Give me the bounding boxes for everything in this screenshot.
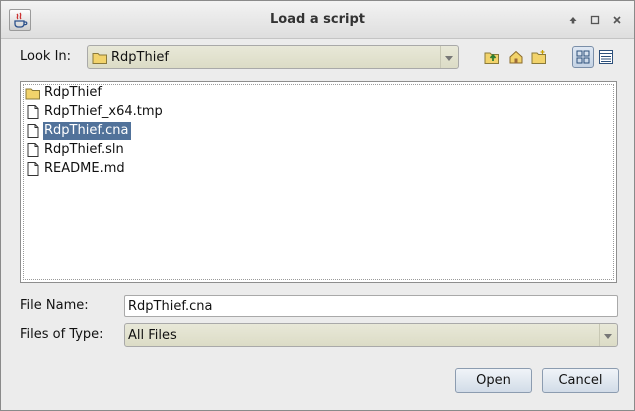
restore-icon[interactable] — [586, 11, 604, 29]
files-of-type-label: Files of Type: — [20, 327, 104, 342]
folder-icon — [25, 85, 41, 101]
file-name: README.md — [44, 161, 125, 176]
list-view-button[interactable] — [572, 46, 594, 68]
document-icon — [25, 104, 41, 120]
folder-icon — [92, 53, 107, 64]
home-button[interactable] — [505, 46, 527, 68]
list-view-icon — [576, 50, 590, 64]
file-name: RdpThief — [44, 85, 102, 100]
document-icon — [25, 123, 41, 139]
file-name: RdpThief.sln — [44, 142, 124, 157]
new-folder-button[interactable] — [528, 46, 550, 68]
up-one-level-icon — [484, 52, 499, 64]
file-name: RdpThief.cna — [43, 122, 132, 140]
look-in-combo[interactable]: RdpThief — [87, 45, 459, 69]
document-icon — [25, 142, 41, 158]
cancel-button[interactable]: Cancel — [542, 368, 619, 393]
look-in-value: RdpThief — [111, 50, 169, 65]
up-one-level-button[interactable] — [481, 46, 503, 68]
new-folder-icon — [531, 50, 546, 64]
load-script-dialog: Load a script Look In: RdpThief RdpThief… — [0, 0, 635, 411]
file-list[interactable]: RdpThief RdpThief_x64.tmp RdpThief.cna RdpT… — [20, 81, 617, 283]
file-name-input[interactable] — [125, 296, 617, 316]
files-of-type-combo[interactable]: All Files — [124, 323, 618, 347]
open-button[interactable]: Open — [455, 368, 532, 393]
title-bar[interactable]: Load a script — [1, 1, 634, 39]
look-in-label: Look In: — [20, 49, 72, 64]
file-name-label: File Name: — [20, 298, 89, 313]
details-view-icon — [599, 50, 613, 64]
close-icon[interactable] — [608, 11, 626, 29]
file-name: RdpThief_x64.tmp — [44, 104, 163, 119]
chevron-down-icon[interactable] — [599, 324, 617, 346]
file-name-field[interactable] — [124, 295, 618, 317]
chevron-down-icon[interactable] — [440, 46, 458, 68]
home-icon — [509, 50, 523, 64]
files-of-type-value: All Files — [128, 328, 177, 343]
document-icon — [25, 161, 41, 177]
maximize-icon[interactable] — [564, 11, 582, 29]
dialog-title: Load a script — [270, 12, 365, 27]
details-view-button[interactable] — [595, 46, 617, 68]
